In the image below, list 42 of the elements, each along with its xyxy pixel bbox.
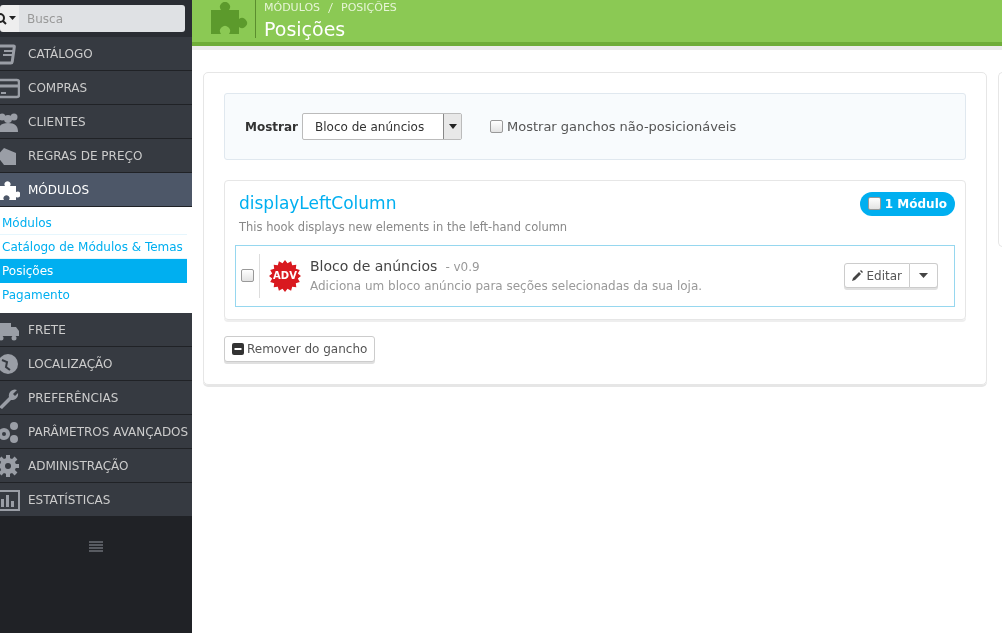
gear-icon — [0, 453, 20, 478]
globe-icon — [0, 351, 20, 376]
menu-item[interactable]: FRETE — [0, 313, 192, 347]
module-description: Adiciona um bloco anúncio para seções selecionadas da sua loja. — [310, 278, 704, 296]
seal-badge-icon — [268, 258, 302, 293]
edit-button[interactable]: Editar — [844, 263, 910, 289]
menu-item[interactable]: COMPRAS — [0, 71, 192, 105]
separator-icon — [328, 2, 334, 13]
module-name: Bloco de anúncios — [310, 257, 438, 277]
checkbox[interactable] — [867, 197, 881, 211]
checkbox-label: Mostrar ganchos não-posicionáveis — [507, 117, 737, 136]
menu-item[interactable]: PARÂMETROS AVANÇADOS — [0, 415, 192, 449]
hook-description: This hook displays new elements in the left-hand column — [238, 218, 569, 236]
checkbox[interactable] — [490, 120, 503, 133]
menu-item[interactable]: PREFERÊNCIAS — [0, 381, 192, 415]
search-field[interactable]: Busca — [19, 5, 185, 32]
search-icon — [0, 12, 17, 25]
module-select[interactable]: Bloco de anúncios — [302, 113, 462, 140]
menu-item[interactable]: MÓDULOS — [0, 173, 192, 207]
menu-item[interactable]: ADMINISTRAÇÃO — [0, 449, 192, 483]
hook-name: displayLeftColumn — [239, 192, 397, 215]
filter-label: Mostrar — [245, 118, 298, 136]
checkbox[interactable] — [241, 269, 254, 283]
page-title: Posições — [264, 17, 347, 41]
menu-item[interactable]: CATÁLOGO — [0, 37, 192, 71]
pencil-icon — [852, 270, 864, 282]
module-version: - v0.9 — [445, 259, 480, 277]
caret-icon — [448, 124, 457, 129]
icon-label: ADV — [272, 269, 298, 282]
menu-item[interactable]: LOCALIZAÇÃO — [0, 347, 192, 381]
menu-item[interactable]: REGRAS DE PREÇO — [0, 139, 192, 173]
remove-button[interactable]: Remover do gancho — [224, 335, 376, 362]
menu-item[interactable]: ESTATÍSTICAS — [0, 483, 192, 517]
menu-item[interactable]: CLIENTES — [0, 105, 192, 139]
dropdown-toggle-button[interactable] — [910, 263, 938, 289]
minus-square-icon — [232, 342, 244, 355]
puzzle-icon — [208, 2, 249, 36]
bar-chart-icon — [0, 487, 20, 512]
badge-label: 1 Módulo — [884, 195, 947, 213]
search-button[interactable] — [0, 5, 19, 32]
menu-icon[interactable] — [89, 541, 103, 553]
caret-icon — [919, 273, 928, 279]
